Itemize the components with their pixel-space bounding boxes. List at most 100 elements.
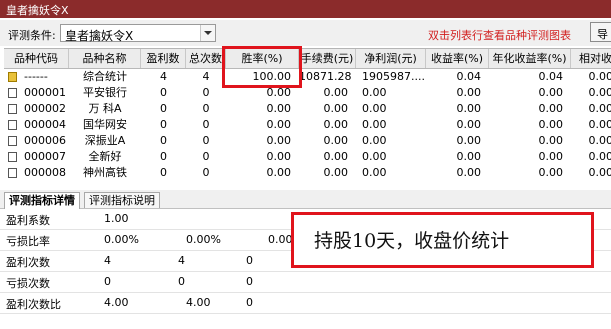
holding-note-callout: 持股10天，收盘价统计 xyxy=(291,212,594,268)
table-cell: 0.04 xyxy=(538,70,564,83)
table-cell: 0.00 xyxy=(588,166,611,179)
metric-value: 0 xyxy=(178,275,185,288)
table-row[interactable]: ------ 综合统计 4 4 100.00 10871.28 1905987.... 0.0… xyxy=(4,69,611,85)
tab-metric-explanation[interactable]: 评测指标说明 xyxy=(84,192,160,208)
table-cell: 神州高铁 xyxy=(83,166,127,179)
table-cell: 0.00 xyxy=(323,166,349,179)
table-cell: 0 xyxy=(202,118,210,131)
results-table[interactable]: 品种代码 品种名称 盈利数 总次数 胜率(%) 手续费(元) 净利润(元) 收益率(%) 年化收… xyxy=(4,48,611,185)
table-cell: 0.04 xyxy=(456,70,482,83)
column-header[interactable]: 手续费(元) xyxy=(299,49,356,68)
checkbox-icon[interactable] xyxy=(8,136,17,146)
column-header[interactable]: 净利润(元) xyxy=(356,49,426,68)
table-cell: 0.00 xyxy=(362,166,387,179)
table-header: 品种代码 品种名称 盈利数 总次数 胜率(%) 手续费(元) 净利润(元) 收益率(%) 年化收… xyxy=(4,49,611,69)
table-row[interactable]: 000008 神州高铁 0 0 0.00 0.00 0.00 0.00 0.00 0.00 xyxy=(4,165,611,181)
table-cell: 0.00 xyxy=(538,150,564,163)
export-button[interactable]: 导 xyxy=(590,22,611,42)
table-cell: 10871.28 xyxy=(299,70,352,83)
metric-value: 0 xyxy=(104,275,111,288)
filter-bar: 评测条件: 皇者擒妖令X 双击列表行查看品种评测图表 导 xyxy=(0,20,611,46)
tab-metric-details[interactable]: 评测指标详情 xyxy=(4,192,80,209)
column-header[interactable]: 盈利数 xyxy=(141,49,186,68)
table-cell: 0.00 xyxy=(538,134,564,147)
window-titlebar: 皇者擒妖令X xyxy=(0,0,611,18)
table-cell: 0.00 xyxy=(538,86,564,99)
table-cell: 0.00 xyxy=(266,102,292,115)
table-cell: 万 科A xyxy=(88,102,122,115)
table-cell: 4 xyxy=(202,70,210,83)
table-row[interactable]: 000001 平安银行 0 0 0.00 0.00 0.00 0.00 0.00 0.00 xyxy=(4,85,611,101)
table-cell: 000002 xyxy=(24,102,66,115)
table-cell: 全新好 xyxy=(88,150,122,163)
table-cell: ------ xyxy=(24,70,48,83)
checkbox-icon[interactable] xyxy=(8,104,17,114)
metric-value: 0 xyxy=(246,296,253,309)
table-row[interactable]: 000002 万 科A 0 0 0.00 0.00 0.00 0.00 0.00 0.00 xyxy=(4,101,611,117)
table-row[interactable]: 000006 深振业A 0 0 0.00 0.00 0.00 0.00 0.00 0.00 xyxy=(4,133,611,149)
table-cell: 0.00 xyxy=(362,134,387,147)
table-cell: 0.00 xyxy=(456,86,482,99)
folder-icon[interactable] xyxy=(8,72,17,82)
table-cell: 0.00 xyxy=(323,118,349,131)
metric-name: 盈利次数 xyxy=(6,256,50,269)
checkbox-icon[interactable] xyxy=(8,120,17,130)
table-cell: 0.00 xyxy=(323,134,349,147)
table-cell: 1905987.... xyxy=(362,70,425,83)
formula-select[interactable]: 皇者擒妖令X xyxy=(60,24,216,43)
column-header[interactable]: 总次数 xyxy=(186,49,226,68)
table-cell: 0 xyxy=(160,102,167,115)
table-cell: 0 xyxy=(160,166,167,179)
column-header[interactable]: 收益率(%) xyxy=(426,49,489,68)
table-cell: 0.00 xyxy=(588,150,611,163)
table-cell: 0.00 xyxy=(266,118,292,131)
filter-label: 评测条件: xyxy=(8,29,56,42)
table-cell: 0 xyxy=(160,118,167,131)
window-title: 皇者擒妖令X xyxy=(6,4,69,17)
metric-name: 亏损次数 xyxy=(6,277,50,290)
table-cell: 0 xyxy=(202,166,210,179)
metric-name: 亏损比率 xyxy=(6,235,50,248)
table-row[interactable]: 000004 国华网安 0 0 0.00 0.00 0.00 0.00 0.00 0.00 xyxy=(4,117,611,133)
table-cell: 0.00 xyxy=(362,86,387,99)
table-cell: 0 xyxy=(202,102,210,115)
table-row[interactable]: 000007 全新好 0 0 0.00 0.00 0.00 0.00 0.00 0.00 xyxy=(4,149,611,165)
metric-row: 盈利次数比 4.00 4.00 0 xyxy=(0,293,611,314)
table-cell: 0.00 xyxy=(266,166,292,179)
table-cell: 0 xyxy=(160,134,167,147)
table-cell: 000004 xyxy=(24,118,66,131)
table-cell: 0.00 xyxy=(456,150,482,163)
table-cell: 0.00 xyxy=(266,134,292,147)
column-header[interactable]: 相对收 xyxy=(571,49,611,68)
checkbox-icon[interactable] xyxy=(8,152,17,162)
checkbox-icon[interactable] xyxy=(8,88,17,98)
table-cell: 0.00 xyxy=(588,118,611,131)
metric-row: 亏损次数 0 0 0 xyxy=(0,272,611,293)
checkbox-icon[interactable] xyxy=(8,168,17,178)
table-cell: 0.00 xyxy=(588,134,611,147)
table-cell: 0.00 xyxy=(538,102,564,115)
table-cell: 0.00 xyxy=(588,70,611,83)
metric-value: 4 xyxy=(104,254,111,267)
table-cell: 综合统计 xyxy=(83,70,127,83)
column-header[interactable]: 品种名称 xyxy=(69,49,141,68)
column-header[interactable]: 品种代码 xyxy=(4,49,69,68)
table-cell: 0.00 xyxy=(538,166,564,179)
metric-value: 0 xyxy=(246,275,253,288)
formula-select-value: 皇者擒妖令X xyxy=(65,29,134,43)
table-cell: 000001 xyxy=(24,86,66,99)
metric-value: 1.00 xyxy=(104,212,129,225)
metric-value: 0 xyxy=(246,254,253,267)
table-cell: 0.00 xyxy=(538,118,564,131)
table-cell: 0.00 xyxy=(362,150,387,163)
table-cell: 0.00 xyxy=(456,166,482,179)
table-cell: 0.00 xyxy=(456,118,482,131)
win-rate-highlight xyxy=(222,46,302,88)
metric-value: 0.00% xyxy=(104,233,139,246)
chevron-down-icon[interactable] xyxy=(200,25,215,41)
column-header[interactable]: 年化收益率(%) xyxy=(489,49,571,68)
table-cell: 0.00 xyxy=(323,86,349,99)
holding-note-text: 持股10天，收盘价统计 xyxy=(314,230,510,252)
metric-value: 0.00% xyxy=(186,233,221,246)
table-cell: 0 xyxy=(202,134,210,147)
